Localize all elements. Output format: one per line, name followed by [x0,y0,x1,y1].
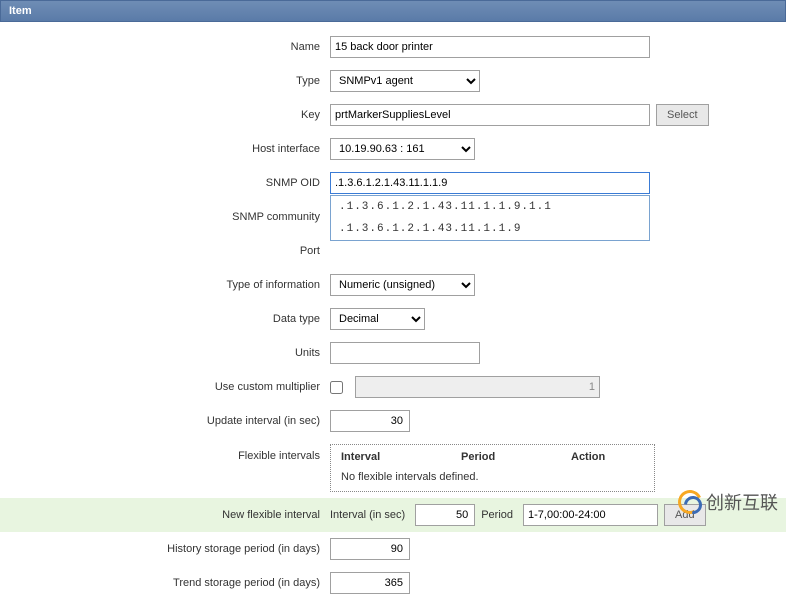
row-key: Key Select [0,98,786,132]
label-name: Name [0,41,330,53]
flexible-empty: No flexible intervals defined. [341,471,644,485]
snmp-oid-autocomplete: .1.3.6.1.2.1.43.11.1.1.9.1.1 .1.3.6.1.2.… [330,195,650,241]
name-input[interactable] [330,36,650,58]
label-flexible-intervals: Flexible intervals [0,444,330,462]
row-flexible-intervals: Flexible intervals Interval Period Actio… [0,438,786,498]
history-input[interactable] [330,538,410,560]
data-type-select[interactable]: Decimal [330,308,425,330]
label-key: Key [0,109,330,121]
label-type-of-info: Type of information [0,279,330,291]
row-new-flexible: New flexible interval Interval (in sec) … [0,498,786,532]
label-snmp-community: SNMP community [0,211,330,223]
units-input[interactable] [330,342,480,364]
row-trend: Trend storage period (in days) [0,566,786,600]
label-trend: Trend storage period (in days) [0,577,330,589]
col-action: Action [571,451,641,463]
new-flex-interval-label: Interval (in sec) [330,509,405,521]
select-button[interactable]: Select [656,104,709,126]
row-host-interface: Host interface 10.19.90.63 : 161 [0,132,786,166]
row-data-type: Data type Decimal [0,302,786,336]
row-snmp-oid: SNMP OID .1.3.6.1.2.1.43.11.1.1.9.1.1 .1… [0,166,786,200]
autocomplete-option[interactable]: .1.3.6.1.2.1.43.11.1.1.9.1.1 [331,196,649,218]
watermark-text: 创新互联 [706,489,778,515]
watermark: 创新互联 [678,489,778,515]
multiplier-checkbox[interactable] [330,381,343,394]
update-interval-input[interactable] [330,410,410,432]
snmp-oid-input[interactable] [330,172,650,194]
col-interval: Interval [341,451,461,463]
label-new-flexible: New flexible interval [0,509,330,521]
form: Name Type SNMPv1 agent Key Select Host i… [0,22,786,600]
label-snmp-oid: SNMP OID [0,177,330,189]
row-type: Type SNMPv1 agent [0,64,786,98]
row-history: History storage period (in days) [0,532,786,566]
type-select[interactable]: SNMPv1 agent [330,70,480,92]
panel-title: Item [0,0,786,22]
label-multiplier: Use custom multiplier [0,381,330,393]
flexible-headers: Interval Period Action [341,451,644,463]
row-name: Name [0,30,786,64]
label-host-interface: Host interface [0,143,330,155]
type-of-info-select[interactable]: Numeric (unsigned) [330,274,475,296]
row-update-interval: Update interval (in sec) [0,404,786,438]
label-history: History storage period (in days) [0,543,330,555]
trend-input[interactable] [330,572,410,594]
label-units: Units [0,347,330,359]
key-input[interactable] [330,104,650,126]
row-units: Units [0,336,786,370]
multiplier-input[interactable] [355,376,600,398]
col-period: Period [461,451,571,463]
flexible-intervals-box: Interval Period Action No flexible inter… [330,444,655,492]
new-flex-period-label: Period [481,509,513,521]
row-type-of-info: Type of information Numeric (unsigned) [0,268,786,302]
label-data-type: Data type [0,313,330,325]
host-interface-select[interactable]: 10.19.90.63 : 161 [330,138,475,160]
autocomplete-option[interactable]: .1.3.6.1.2.1.43.11.1.1.9 [331,218,649,240]
label-type: Type [0,75,330,87]
item-panel: Item Name Type SNMPv1 agent Key Select [0,0,786,600]
label-update-interval: Update interval (in sec) [0,415,330,427]
label-port: Port [0,245,330,257]
row-multiplier: Use custom multiplier [0,370,786,404]
watermark-icon [678,490,702,514]
